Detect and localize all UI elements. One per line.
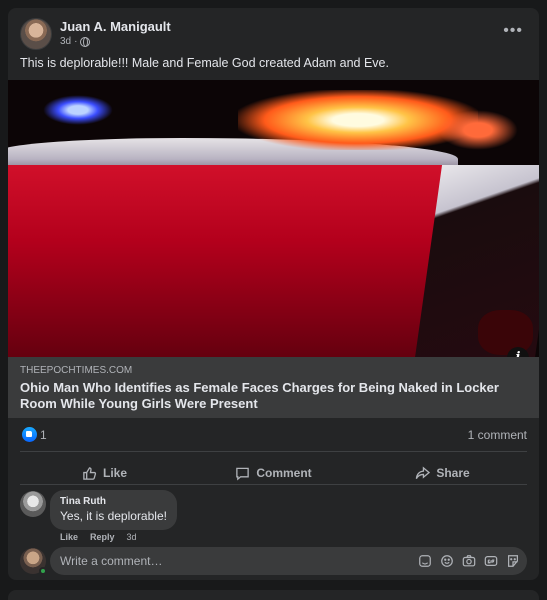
author-name[interactable]: Juan A. Manigault [60, 19, 171, 34]
like-reaction-icon[interactable] [22, 427, 37, 442]
meta-separator: · [74, 36, 78, 47]
car-body [8, 165, 448, 357]
comment-actions: Like Reply 3d [60, 532, 137, 542]
comment-input[interactable] [50, 547, 410, 575]
divider [20, 484, 527, 485]
car-mirror [478, 310, 533, 355]
globe-icon [80, 36, 91, 47]
commenter-avatar[interactable] [20, 491, 46, 517]
share-label: Share [436, 466, 470, 480]
next-post-edge [8, 590, 539, 600]
more-options-icon[interactable]: ••• [503, 22, 523, 40]
emoji-icon[interactable] [439, 553, 455, 569]
comment-like-link[interactable]: Like [60, 532, 78, 542]
comment-text: Yes, it is deplorable! [60, 509, 167, 523]
link-preview-image[interactable] [8, 80, 539, 357]
comment-icon [236, 467, 250, 481]
thumbs-up-icon [83, 466, 97, 480]
post-time[interactable]: 3d [60, 36, 71, 47]
camera-icon[interactable] [461, 553, 477, 569]
reaction-summary: 1 1 comment [20, 426, 527, 446]
comment-bubble: Tina Ruth Yes, it is deplorable! [50, 490, 177, 530]
post-card: Juan A. Manigault 3d · ••• This is deplo… [8, 8, 539, 580]
comment-count[interactable]: 1 comment [468, 428, 527, 442]
comment-reply-link[interactable]: Reply [90, 532, 115, 542]
share-icon [416, 465, 431, 479]
author-avatar[interactable] [20, 18, 52, 50]
link-headline[interactable]: Ohio Man Who Identifies as Female Faces … [20, 380, 520, 412]
link-preview[interactable]: THEEPOCHTIMES.COM Ohio Man Who Identifie… [8, 357, 539, 418]
comment-composer [50, 547, 527, 575]
sticker-icon[interactable] [505, 553, 521, 569]
divider [20, 451, 527, 452]
red-light [438, 110, 518, 150]
like-count[interactable]: 1 [40, 428, 47, 442]
post-text: This is deplorable!!! Male and Female Go… [20, 56, 389, 70]
comment-time[interactable]: 3d [127, 532, 137, 542]
link-source: THEEPOCHTIMES.COM [20, 365, 133, 376]
online-status-dot [39, 567, 47, 575]
post-meta: 3d · [60, 36, 91, 47]
avatar-sticker-icon[interactable] [417, 553, 433, 569]
gif-icon[interactable] [483, 553, 499, 569]
blue-light [43, 95, 113, 125]
post-header: Juan A. Manigault 3d · ••• [20, 18, 527, 52]
like-label: Like [102, 466, 127, 480]
composer-tools [417, 553, 521, 569]
commenter-name[interactable]: Tina Ruth [60, 496, 167, 507]
comment-label: Comment [256, 466, 312, 480]
